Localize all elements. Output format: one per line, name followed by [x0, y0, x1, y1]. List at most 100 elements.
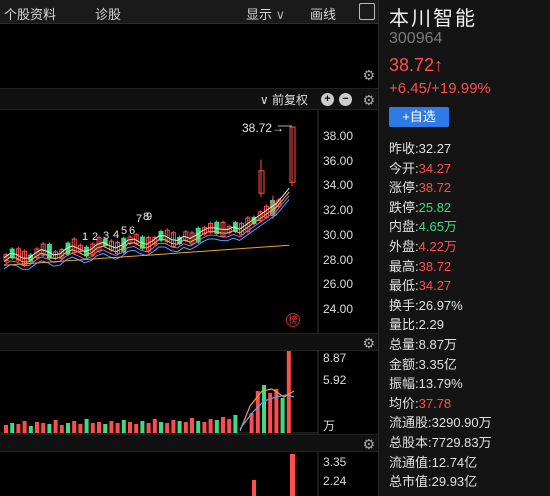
quote-value: 37.78: [418, 395, 452, 411]
layout-toggle-icon[interactable]: [359, 3, 375, 20]
gear-icon[interactable]: ⚙: [362, 68, 375, 82]
gear-icon[interactable]: ⚙: [362, 437, 375, 451]
chart-toolbar: 个股资料 诊股 显示 ∨ 画线: [0, 0, 378, 24]
volume-bar: [262, 385, 266, 433]
chart-top-area: ⚙: [0, 24, 378, 88]
volume-bar: [208, 419, 213, 433]
quote-label: 最低:: [389, 278, 419, 294]
zoom-in-icon[interactable]: +: [321, 93, 334, 106]
signal-marker: 9: [146, 211, 153, 223]
indicator-axis-mid: 2.24: [323, 474, 347, 488]
zoom-out-icon[interactable]: −: [339, 93, 352, 106]
quote-panel: 本川智能 300964 38.72↑ +6.45/+19.99% +自选 昨收:…: [378, 0, 550, 496]
quote-row: 昨收:32.27: [389, 138, 451, 157]
volume-bar: [171, 420, 176, 433]
price-axis-label: 30.00: [323, 227, 354, 242]
quote-value: 3290.90万: [431, 415, 492, 431]
display-menu[interactable]: 显示 ∨: [246, 4, 285, 23]
quote-value: 34.27: [418, 160, 452, 176]
volume-bar: [183, 422, 188, 433]
quote-label: 外盘:: [389, 239, 419, 254]
quote-value: 3.35亿: [418, 356, 457, 372]
signal-marker: 1: [82, 231, 89, 243]
volume-bar: [121, 420, 126, 433]
quote-value: 34.27: [418, 278, 452, 294]
volume-bar: [103, 424, 108, 433]
quote-label: 跌停:: [389, 199, 419, 215]
volume-bar: [41, 423, 46, 433]
volume-bar: [84, 419, 89, 433]
indicator-chart: [252, 452, 319, 496]
volume-axis-mid: 5.92: [323, 373, 347, 387]
quote-label: 总股本:: [389, 435, 432, 450]
quote-label: 均价:: [389, 395, 419, 411]
volume-bar: [90, 423, 95, 433]
add-watchlist-button[interactable]: +自选: [389, 107, 449, 127]
volume-bar: [4, 425, 8, 433]
chevron-down-icon: ∨: [275, 7, 286, 22]
volume-bar: [214, 420, 219, 433]
price-axis-label: 34.00: [323, 178, 354, 193]
quote-label: 总市值:: [389, 474, 432, 490]
tab-diagnosis[interactable]: 诊股: [95, 4, 121, 23]
volume-bar: [274, 389, 279, 433]
volume-bar: [97, 422, 101, 433]
rank-badge[interactable]: 榜: [286, 313, 300, 327]
stock-name: 本川智能: [389, 8, 477, 30]
volume-bar: [159, 422, 163, 433]
indicator-panel[interactable]: 3.35 2.24: [0, 452, 378, 496]
quote-label: 昨收:: [389, 141, 419, 156]
indicator-header: ⚙: [0, 434, 378, 452]
price-axis-label: 26.00: [323, 277, 354, 292]
signal-marker: 4: [113, 229, 120, 241]
signal-marker: 2: [92, 231, 99, 243]
price-axis-label: 38.00: [323, 129, 354, 143]
signal-marker: 7: [136, 213, 143, 225]
quote-value: 8.87万: [418, 337, 457, 352]
quote-label: 今开:: [389, 160, 419, 176]
volume-bar: [59, 425, 64, 433]
kline-panel[interactable]: 38.72→ 38.00 36.00 34.00 32.00 30.00 28.00 26.…: [0, 110, 378, 333]
quote-value: 12.74亿: [431, 454, 478, 470]
gear-icon[interactable]: ⚙: [362, 336, 375, 350]
volume-chart: [0, 351, 319, 434]
volume-bar: [233, 415, 238, 433]
adjust-label: 前复权: [271, 93, 308, 107]
volume-bar: [10, 423, 15, 433]
stock-change: +6.45/+19.99%: [389, 80, 491, 97]
draw-line-button[interactable]: 画线: [310, 4, 336, 23]
quote-value: 7729.83万: [431, 435, 492, 450]
volume-panel[interactable]: 8.87 5.92 万: [0, 351, 378, 434]
volume-bar: [53, 420, 58, 433]
tab-stock-profile[interactable]: 个股资料: [4, 4, 56, 23]
price-axis-label: 36.00: [323, 153, 354, 168]
quote-label: 总量:: [389, 337, 419, 352]
volume-axis-max: 8.87: [323, 351, 347, 365]
quote-value: 29.93亿: [431, 474, 478, 490]
adjust-selector[interactable]: ∨ 前复权: [260, 91, 308, 108]
quote-label: 换手:: [389, 297, 419, 313]
volume-bar: [146, 423, 151, 433]
volume-axis-unit: 万: [323, 419, 336, 433]
quote-row: 总股本:7729.83万: [389, 432, 492, 451]
quote-label: 流通股:: [389, 415, 432, 431]
quote-row: 金额:3.35亿: [389, 354, 457, 373]
volume-bar: [152, 419, 157, 433]
last-price-tag: 38.72→: [242, 121, 285, 135]
volume-bar: [28, 426, 33, 433]
gear-icon[interactable]: ⚙: [362, 93, 375, 107]
quote-label: 内盘:: [389, 219, 419, 235]
price-axis-label: 28.00: [323, 252, 354, 267]
quote-row: 总市值:29.93亿: [389, 471, 477, 490]
volume-bar: [202, 422, 207, 433]
display-label: 显示: [246, 7, 273, 22]
indicator-axis-max: 3.35: [323, 455, 347, 469]
volume-bar: [66, 423, 70, 433]
volume-bar: [78, 424, 83, 433]
quote-value: 2.29: [418, 317, 444, 333]
quote-value: 32.27: [418, 141, 452, 156]
quote-row: 最低:34.27: [389, 275, 451, 294]
volume-bar: [165, 423, 170, 433]
volume-bar: [35, 422, 39, 433]
volume-bar: [177, 421, 182, 433]
